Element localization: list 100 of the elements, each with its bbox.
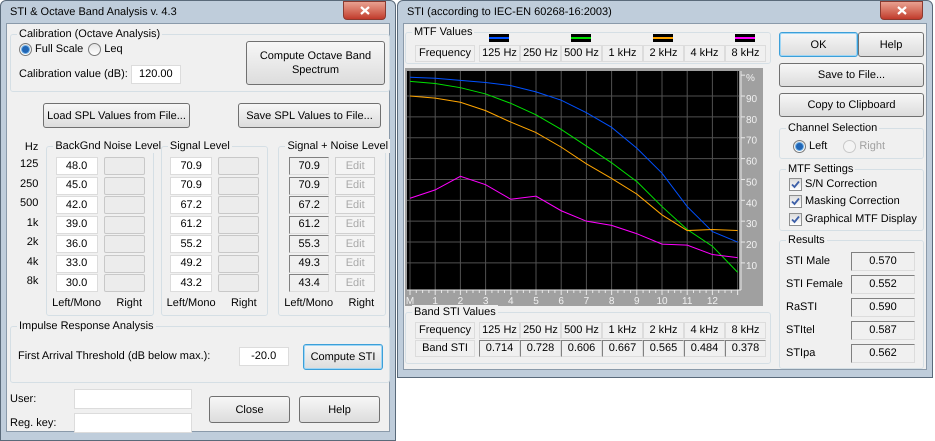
push-button[interactable]: Copy to Clipboard xyxy=(779,93,924,118)
row-label: 1k xyxy=(26,216,38,231)
x-tick-label: 4 xyxy=(508,296,514,306)
level-readout: 49.3 xyxy=(289,254,330,272)
push-button[interactable]: Help xyxy=(858,32,924,57)
window-title: STI (according to IEC-EN 60268-16:2003) xyxy=(407,4,612,20)
window-title: STI & Octave Band Analysis v. 4.3 xyxy=(10,4,177,20)
level-field[interactable] xyxy=(104,235,145,253)
column-label: Right xyxy=(348,296,376,311)
group-title: Impulse Response Analysis xyxy=(17,319,156,333)
band-sti-value: 0.484 xyxy=(684,340,725,357)
x-tick-label: 12 xyxy=(706,296,718,306)
column-header: 4 kHz xyxy=(684,45,725,62)
level-field[interactable]: 70.9 xyxy=(170,157,212,175)
row-label: 2k xyxy=(26,235,38,250)
checkbox[interactable] xyxy=(789,178,802,191)
column-header: 500 Hz xyxy=(561,45,602,62)
band-sti-value: 0.606 xyxy=(561,340,602,357)
level-field[interactable]: 43.2 xyxy=(170,274,212,292)
result-value: 0.562 xyxy=(851,344,915,363)
push-button[interactable]: Compute STI xyxy=(302,344,383,370)
radio-button[interactable] xyxy=(793,140,806,153)
level-field[interactable] xyxy=(218,196,260,214)
calibration-field[interactable]: 120.00 xyxy=(130,64,181,84)
level-field[interactable]: 61.2 xyxy=(170,216,212,234)
push-button[interactable]: Save to File... xyxy=(779,63,924,88)
y-tick-label: 50 xyxy=(746,177,758,188)
band-sti-value: 0.728 xyxy=(520,340,561,357)
x-tick-label: 1 xyxy=(432,296,438,306)
level-field[interactable] xyxy=(104,216,145,234)
level-field[interactable] xyxy=(218,157,260,175)
push-button[interactable]: OK xyxy=(779,32,858,57)
checkbox-label: Masking Correction xyxy=(805,194,900,210)
row-label: 500 xyxy=(20,196,38,212)
level-field[interactable]: 67.2 xyxy=(170,196,212,214)
level-field[interactable]: 55.2 xyxy=(170,235,212,253)
reg-key-field[interactable] xyxy=(74,413,192,433)
x-tick-label: 2 xyxy=(458,296,464,306)
column-header: 500 Hz xyxy=(561,322,602,339)
level-field[interactable]: 36.0 xyxy=(56,235,98,253)
level-readout: 61.2 xyxy=(289,216,330,234)
push-button[interactable]: Save SPL Values to File... xyxy=(238,103,381,128)
level-readout: 70.9 xyxy=(289,176,330,194)
y-tick-label: 60 xyxy=(746,156,758,168)
level-field[interactable]: 48.0 xyxy=(56,157,98,175)
column-header: 1 kHz xyxy=(602,45,643,62)
result-label: STIpa xyxy=(786,346,816,362)
level-field[interactable] xyxy=(218,254,260,272)
column-label: Left/Mono xyxy=(284,296,334,311)
checkbox[interactable] xyxy=(789,195,802,208)
column-header: Hz xyxy=(24,140,38,154)
push-button[interactable]: Close xyxy=(209,396,290,423)
row-label: 4k xyxy=(26,254,38,270)
checkbox[interactable] xyxy=(789,212,802,226)
level-field[interactable] xyxy=(104,196,145,214)
level-field[interactable] xyxy=(104,274,145,292)
radio-button[interactable] xyxy=(88,42,102,56)
column-header: 250 Hz xyxy=(520,45,561,62)
level-readout: 70.9 xyxy=(289,157,330,175)
column-header: 2 kHz xyxy=(643,322,684,339)
y-tick-label: 30 xyxy=(746,219,758,230)
threshold-field[interactable]: -20.0 xyxy=(238,347,289,366)
level-field[interactable]: 70.9 xyxy=(170,176,212,194)
row-label: Band STI xyxy=(415,340,475,357)
push-button[interactable]: Load SPL Values from File... xyxy=(43,103,190,128)
level-field[interactable]: 30.0 xyxy=(56,274,98,292)
radio-label: Full Scale xyxy=(35,42,84,57)
user-field[interactable] xyxy=(74,389,192,409)
radio-button[interactable] xyxy=(19,42,32,56)
close-button[interactable] xyxy=(343,0,386,20)
level-field[interactable] xyxy=(104,176,145,194)
level-field[interactable] xyxy=(218,274,260,292)
field-label: Reg. key: xyxy=(10,416,58,431)
legend-swatch xyxy=(653,34,673,42)
y-tick-label: 20 xyxy=(746,240,758,252)
band-sti-value: 0.714 xyxy=(479,340,520,357)
close-button[interactable] xyxy=(880,0,923,20)
push-button[interactable]: Help xyxy=(299,396,380,423)
level-field[interactable] xyxy=(104,254,145,272)
x-tick-label: 7 xyxy=(584,296,590,306)
close-icon xyxy=(896,6,906,14)
field-label: First Arrival Threshold (dB below max.): xyxy=(18,349,210,364)
level-field[interactable]: 42.0 xyxy=(56,196,98,214)
group-title: BackGnd Noise Level xyxy=(53,139,164,153)
level-field[interactable]: 33.0 xyxy=(56,254,98,272)
level-field[interactable]: 49.2 xyxy=(170,254,212,272)
result-label: STItel xyxy=(786,323,815,338)
legend-swatch xyxy=(571,34,591,42)
level-field[interactable]: 39.0 xyxy=(56,216,98,234)
level-field[interactable] xyxy=(218,216,260,234)
checkbox-label: Graphical MTF Display xyxy=(805,212,917,227)
level-field[interactable]: 45.0 xyxy=(56,176,98,194)
push-button[interactable]: Compute Octave Band Spectrum xyxy=(246,41,385,85)
result-value: 0.552 xyxy=(851,275,915,294)
x-tick-label: 3 xyxy=(482,296,488,306)
level-field[interactable] xyxy=(104,157,145,175)
level-field[interactable] xyxy=(218,235,260,253)
row-label: 125 xyxy=(20,157,38,172)
column-header: Frequency xyxy=(415,45,475,62)
level-field[interactable] xyxy=(218,176,260,194)
